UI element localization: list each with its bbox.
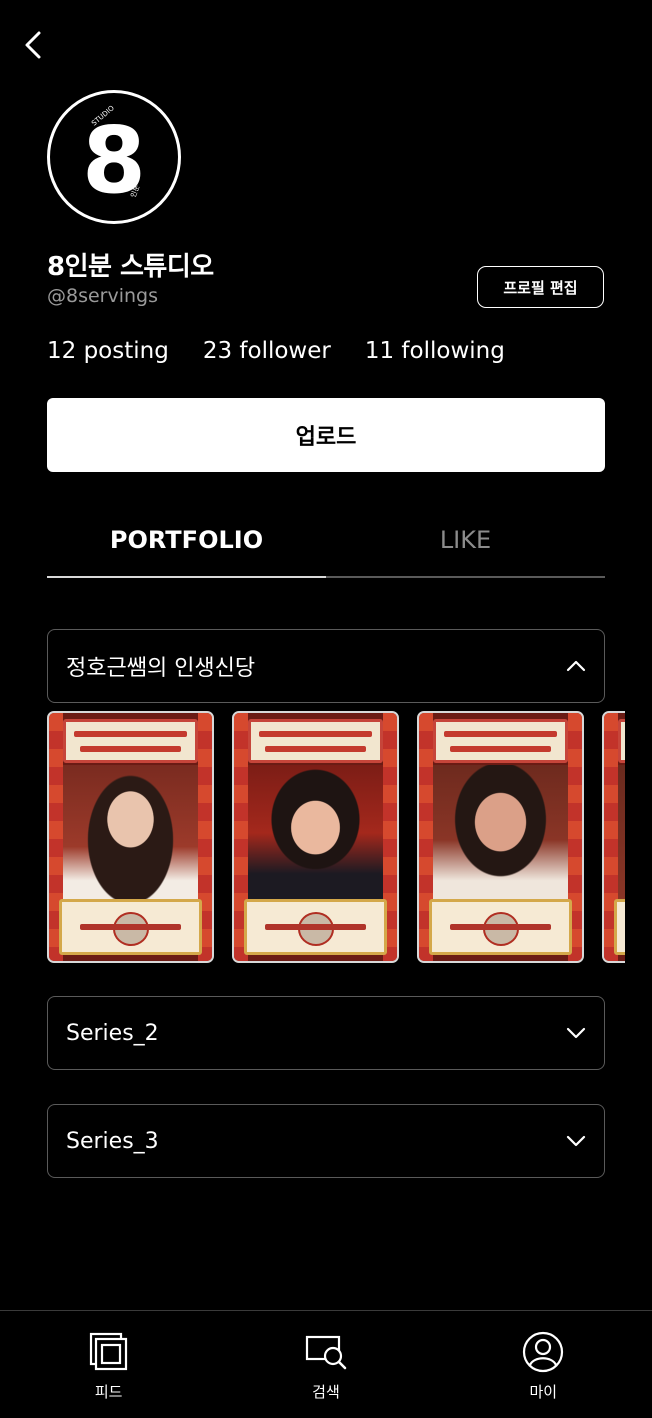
studio-8-logo: 8 STUDIO 인분	[82, 104, 146, 212]
follower-count[interactable]: 23 follower	[203, 338, 331, 364]
series-accordion-1[interactable]: 정호근쌤의 인생신당	[47, 629, 605, 703]
back-button[interactable]	[18, 28, 48, 62]
profile-stats: 12 posting 23 follower 11 following	[47, 338, 505, 364]
user-icon	[523, 1331, 564, 1373]
series-thumbnail-list	[47, 711, 625, 963]
profile-name: 8인분 스튜디오	[47, 252, 214, 282]
nav-feed-label: 피드	[94, 1383, 123, 1401]
series-accordion-3[interactable]: Series_3	[47, 1104, 605, 1178]
follower-count-label: 23 follower	[202, 338, 331, 364]
nav-my[interactable]: 마이	[473, 1311, 613, 1418]
video-thumbnail[interactable]	[602, 711, 625, 963]
upload-button[interactable]: 업로드	[47, 398, 605, 472]
video-thumbnail[interactable]	[47, 711, 214, 963]
series-title: 정호근쌤의 인생신당	[66, 656, 256, 681]
chevron-left-icon	[25, 31, 41, 59]
chevron-up-icon	[566, 657, 586, 676]
profile-avatar[interactable]: 8 STUDIO 인분	[47, 90, 181, 224]
tab-portfolio[interactable]: PORTFOLIO	[47, 518, 326, 578]
tab-like[interactable]: LIKE	[326, 518, 605, 576]
series-title: Series_3	[66, 1128, 159, 1154]
series-title: Series_2	[66, 1020, 159, 1046]
profile-tabs: PORTFOLIO LIKE	[47, 518, 605, 578]
chevron-down-icon	[566, 1132, 586, 1151]
following-count[interactable]: 11 following	[365, 338, 505, 364]
feed-icon	[89, 1332, 127, 1371]
following-count-label: 11 following	[364, 338, 505, 364]
posting-count[interactable]: 12 posting	[47, 338, 169, 364]
nav-feed[interactable]: 피드	[39, 1311, 179, 1418]
chevron-down-icon	[566, 1024, 586, 1043]
bottom-navigation: 피드 검색 마이	[0, 1310, 652, 1418]
posting-count-label: 12 posting	[47, 338, 169, 364]
edit-profile-button[interactable]: 프로필 편집	[477, 266, 604, 308]
nav-search[interactable]: 검색	[256, 1311, 396, 1418]
search-icon	[305, 1335, 347, 1370]
video-thumbnail[interactable]	[232, 711, 399, 963]
series-accordion-2[interactable]: Series_2	[47, 996, 605, 1070]
nav-my-label: 마이	[529, 1383, 558, 1401]
nav-search-label: 검색	[312, 1383, 340, 1401]
video-thumbnail[interactable]	[417, 711, 584, 963]
profile-handle: @8servings	[47, 285, 159, 307]
